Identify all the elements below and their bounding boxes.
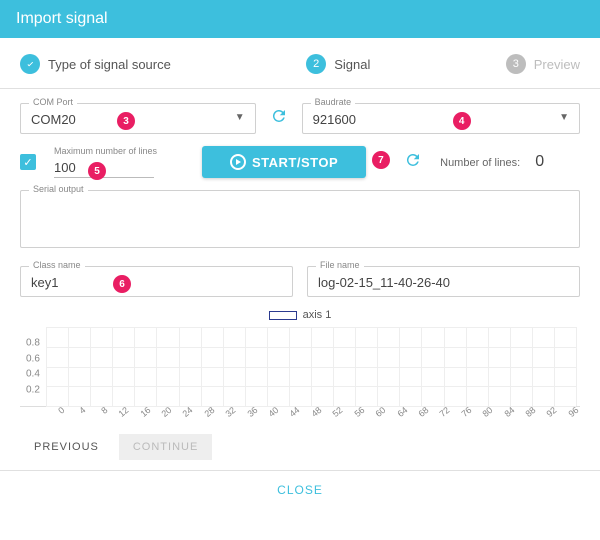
com-port-value: COM20 xyxy=(31,108,76,127)
continue-button: CONTINUE xyxy=(119,434,212,460)
step-preview[interactable]: 3 Preview xyxy=(506,54,580,74)
numlines-value: 0 xyxy=(535,153,544,170)
callout-badge-7: 7 xyxy=(372,151,390,169)
content-area: COM Port COM20 ▼ 3 Baudrate 921600 ▼ 4 ✓… xyxy=(0,89,600,420)
step-signal[interactable]: 2 Signal xyxy=(306,54,370,74)
callout-badge-6: 6 xyxy=(113,275,131,293)
field-label: Maximum number of lines xyxy=(54,146,157,156)
ytick: 0.6 xyxy=(26,353,40,364)
wizard-nav: PREVIOUS CONTINUE xyxy=(0,420,600,470)
start-stop-button[interactable]: START/STOP 7 xyxy=(202,146,366,178)
numlines-label: Number of lines: xyxy=(440,157,520,169)
chart-legend: axis 1 xyxy=(20,309,580,321)
number-of-lines: Number of lines: 0 xyxy=(440,153,544,171)
ytick: 0.2 xyxy=(26,385,40,396)
chevron-down-icon: ▼ xyxy=(559,112,569,123)
chart-xticks: 0481216202428323640444852566064687276808… xyxy=(20,407,580,420)
field-label: Serial output xyxy=(29,184,88,194)
play-icon xyxy=(230,154,246,170)
serial-output-box: Serial output xyxy=(20,190,580,248)
dialog-title: Import signal xyxy=(16,10,108,27)
chart-plot: 0.8 0.6 0.4 0.2 xyxy=(20,327,580,407)
field-label: Class name xyxy=(29,260,85,270)
field-label: COM Port xyxy=(29,97,77,107)
step-number-icon: 3 xyxy=(506,54,526,74)
field-label: Baudrate xyxy=(311,97,356,107)
file-name-value: log-02-15_11-40-26-40 xyxy=(318,271,569,290)
legend-swatch xyxy=(269,311,297,320)
step-source[interactable]: Type of signal source xyxy=(20,54,171,74)
class-name-value: key1 xyxy=(31,271,282,290)
callout-badge-3: 3 xyxy=(117,112,135,130)
maxlines-field: Maximum number of lines 5 xyxy=(54,146,157,178)
previous-button[interactable]: PREVIOUS xyxy=(20,434,113,460)
stepper: Type of signal source 2 Signal 3 Preview xyxy=(0,38,600,89)
button-label: START/STOP xyxy=(252,155,338,170)
baudrate-value: 921600 xyxy=(313,108,356,127)
chart-area: axis 1 0.8 0.6 0.4 0.2 04812162024283236… xyxy=(20,309,580,420)
ytick: 0.4 xyxy=(26,369,40,380)
ytick: 0.8 xyxy=(26,337,40,348)
baudrate-select[interactable]: Baudrate 921600 ▼ 4 xyxy=(302,103,580,134)
step-label: Type of signal source xyxy=(48,57,171,72)
check-icon xyxy=(20,54,40,74)
legend-label: axis 1 xyxy=(303,309,332,321)
callout-badge-4: 4 xyxy=(453,112,471,130)
step-label: Signal xyxy=(334,57,370,72)
dialog-header: Import signal xyxy=(0,0,600,38)
field-label: File name xyxy=(316,260,364,270)
class-name-field[interactable]: Class name key1 6 xyxy=(20,266,293,297)
chevron-down-icon: ▼ xyxy=(235,112,245,123)
refresh-icon[interactable] xyxy=(404,151,422,174)
callout-badge-5: 5 xyxy=(88,162,106,180)
close-button[interactable]: CLOSE xyxy=(0,470,600,509)
com-port-select[interactable]: COM Port COM20 ▼ 3 xyxy=(20,103,256,134)
step-label: Preview xyxy=(534,57,580,72)
file-name-field[interactable]: File name log-02-15_11-40-26-40 xyxy=(307,266,580,297)
maxlines-checkbox[interactable]: ✓ xyxy=(20,154,36,170)
import-signal-dialog: Import signal Type of signal source 2 Si… xyxy=(0,0,600,509)
step-number-icon: 2 xyxy=(306,54,326,74)
refresh-icon[interactable] xyxy=(270,107,288,130)
chart-grid xyxy=(46,327,576,406)
